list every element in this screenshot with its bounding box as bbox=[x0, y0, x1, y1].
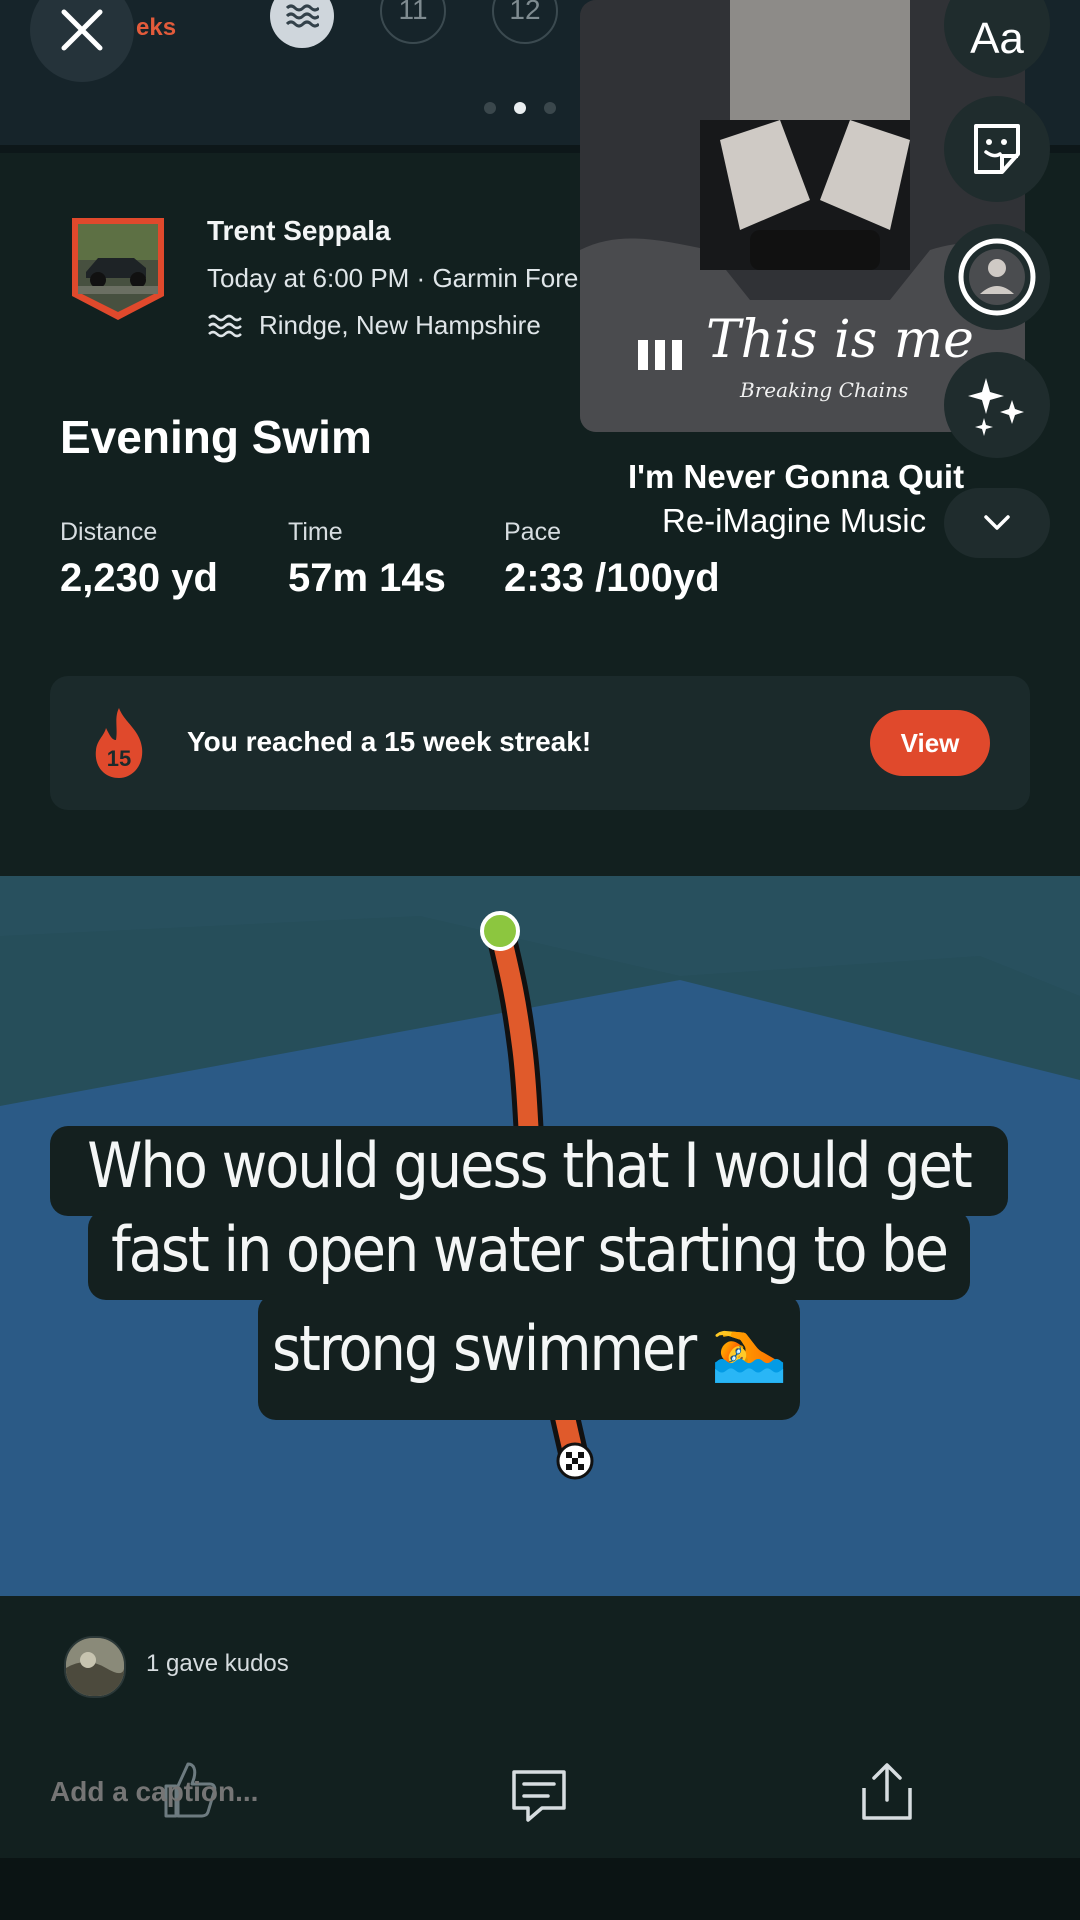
sparkles-icon bbox=[968, 378, 1024, 436]
weeks-label: eks bbox=[136, 14, 177, 41]
kudos-avatar[interactable] bbox=[64, 1636, 126, 1698]
page-dot-active bbox=[514, 102, 526, 114]
finish-flag-icon bbox=[556, 1442, 594, 1480]
album-title: This is me bbox=[706, 310, 974, 370]
kudos-count[interactable]: 1 gave kudos bbox=[146, 1650, 289, 1678]
athlete-name[interactable]: Trent Seppala bbox=[207, 215, 391, 247]
location-text: Rindge, New Hampshire bbox=[259, 310, 541, 340]
caption-line-3: strong swimmer 🏊 bbox=[258, 1294, 800, 1420]
pause-icon[interactable] bbox=[636, 338, 684, 372]
view-streak-button[interactable]: View bbox=[870, 710, 990, 776]
caption-input[interactable] bbox=[50, 1772, 350, 1812]
music-sticker-button[interactable] bbox=[944, 224, 1050, 330]
stat-value-time: 57m 14s bbox=[288, 556, 446, 600]
page-dot bbox=[484, 102, 496, 114]
athlete-avatar[interactable] bbox=[68, 214, 168, 324]
song-artist: Re-iMagine Music bbox=[662, 502, 927, 539]
streak-message: You reached a 15 week streak! bbox=[187, 726, 592, 757]
water-wave-icon bbox=[285, 4, 319, 28]
swim-wave-icon bbox=[208, 314, 242, 337]
activity-title[interactable]: Evening Swim bbox=[60, 410, 372, 464]
caption-line-1: Who would guess that I would get this bbox=[50, 1126, 1008, 1282]
bottom-edge bbox=[0, 1858, 1080, 1920]
sticker-button[interactable] bbox=[944, 96, 1050, 202]
chevron-down-icon bbox=[984, 515, 1010, 530]
comment-icon[interactable] bbox=[508, 1768, 570, 1824]
stat-value-pace: 2:33 /100yd bbox=[504, 556, 720, 600]
music-avatar-icon bbox=[958, 238, 1036, 316]
album-subtitle: Breaking Chains bbox=[740, 378, 909, 402]
sticker-icon bbox=[974, 124, 1020, 174]
page-indicator bbox=[484, 102, 556, 114]
streak-flame-badge: 15 bbox=[88, 706, 150, 780]
streak-badge-number: 15 bbox=[106, 746, 132, 771]
page-dot bbox=[544, 102, 556, 114]
song-title: I'm Never Gonna Quit bbox=[628, 458, 965, 495]
stat-label-distance: Distance bbox=[60, 518, 158, 546]
avatar-photo bbox=[66, 1638, 124, 1696]
effects-button[interactable] bbox=[944, 352, 1050, 458]
share-icon[interactable] bbox=[860, 1760, 914, 1824]
more-tools-button[interactable] bbox=[944, 488, 1050, 558]
stat-label-pace: Pace bbox=[504, 518, 561, 546]
stat-value-distance: 2,230 yd bbox=[60, 556, 218, 600]
close-icon bbox=[61, 9, 103, 51]
caption-line-2: fast in open water starting to be a bbox=[88, 1210, 970, 1366]
activity-meta: Today at 6:00 PM · Garmin Forer bbox=[207, 263, 588, 293]
text-tool-label: Aa bbox=[970, 14, 1024, 63]
location-row: Rindge, New Hampshire bbox=[207, 310, 541, 341]
start-marker-icon bbox=[480, 911, 520, 951]
stat-label-time: Time bbox=[288, 518, 343, 546]
